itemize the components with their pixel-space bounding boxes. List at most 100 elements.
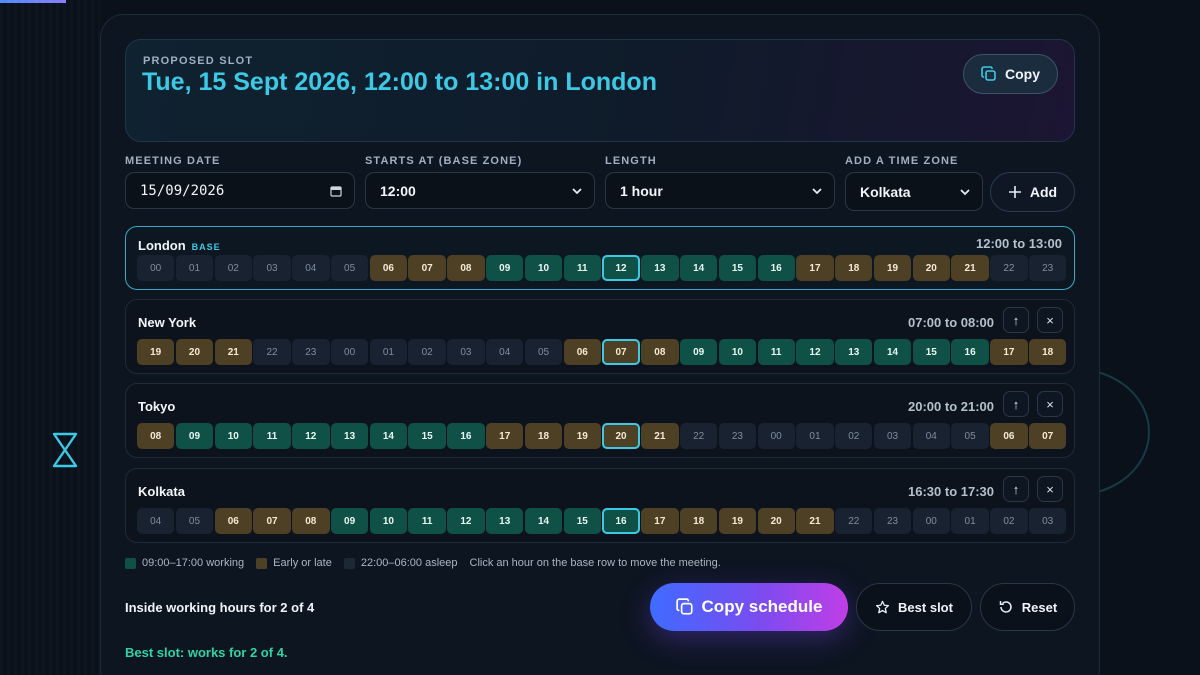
hour-cell[interactable]: 23 xyxy=(1028,255,1067,281)
hour-cell: 07 xyxy=(1028,423,1067,449)
hour-cell: 09 xyxy=(330,508,369,534)
remove-zone-button[interactable]: × xyxy=(1037,391,1063,417)
hour-cell[interactable]: 20 xyxy=(912,255,951,281)
move-up-button[interactable]: ↑ xyxy=(1003,391,1029,417)
hour-cell: 21 xyxy=(214,339,252,365)
hour-cell: 13 xyxy=(486,508,524,534)
hour-cell[interactable]: 10 xyxy=(524,255,563,281)
copy-slot-button[interactable]: Copy xyxy=(963,54,1058,94)
chevron-down-icon xyxy=(572,187,582,194)
meeting-date-input[interactable]: 15/09/2026 xyxy=(125,172,355,209)
hour-cell: 09 xyxy=(175,423,214,449)
move-up-button[interactable]: ↑ xyxy=(1003,476,1029,502)
background-pattern xyxy=(0,0,100,675)
zone-time-range: 12:00 to 13:00 xyxy=(976,236,1062,251)
hour-cell[interactable]: 16 xyxy=(757,255,795,281)
start-time-select[interactable]: 12:00 xyxy=(365,172,595,209)
proposed-slot-kicker: PROPOSED SLOT xyxy=(143,55,254,67)
hour-cell[interactable]: 07 xyxy=(408,255,446,281)
hourglass-icon xyxy=(52,432,78,468)
hour-cell: 07 xyxy=(602,339,640,365)
legend: 09:00–17:00 working Early or late 22:00–… xyxy=(125,557,721,569)
hour-cell: 08 xyxy=(137,423,175,449)
timezone-value: Kolkata xyxy=(860,183,911,200)
chevron-down-icon xyxy=(960,188,970,195)
legend-asleep: 22:00–06:00 asleep xyxy=(343,557,458,569)
reset-button[interactable]: Reset xyxy=(980,583,1075,631)
legend-working: 09:00–17:00 working xyxy=(125,557,244,569)
hour-cell[interactable]: 05 xyxy=(330,255,369,281)
hour-cell: 17 xyxy=(990,339,1028,365)
hour-cell: 06 xyxy=(563,339,601,365)
hour-cell[interactable]: 01 xyxy=(175,255,214,281)
hour-cell: 13 xyxy=(835,339,873,365)
meeting-date-value: 15/09/2026 xyxy=(140,182,225,199)
hour-cell[interactable]: 19 xyxy=(873,255,912,281)
working-swatch xyxy=(125,557,136,569)
hour-cell: 07 xyxy=(253,508,291,534)
hour-cell[interactable]: 22 xyxy=(990,255,1028,281)
hour-cell: 08 xyxy=(641,339,679,365)
timezone-select[interactable]: Kolkata xyxy=(845,172,983,211)
hour-cell[interactable]: 14 xyxy=(679,255,718,281)
hour-cell: 20 xyxy=(175,339,214,365)
hour-cell: 18 xyxy=(1028,339,1067,365)
hour-cell: 09 xyxy=(679,339,718,365)
hour-cell[interactable]: 09 xyxy=(486,255,524,281)
hour-cell: 15 xyxy=(408,423,446,449)
hour-cell: 10 xyxy=(718,339,757,365)
hour-cell[interactable]: 15 xyxy=(718,255,757,281)
hour-cell[interactable]: 03 xyxy=(253,255,291,281)
hour-cell[interactable]: 21 xyxy=(951,255,989,281)
hour-cell: 02 xyxy=(408,339,446,365)
legend-edge-label: Early or late xyxy=(273,557,332,569)
length-select[interactable]: 1 hour xyxy=(605,172,835,209)
copy-schedule-button[interactable]: Copy schedule xyxy=(650,583,848,631)
legend-asleep-label: 22:00–06:00 asleep xyxy=(360,557,458,569)
hour-cell[interactable]: 17 xyxy=(796,255,834,281)
hour-cell: 03 xyxy=(873,423,912,449)
remove-zone-button[interactable]: × xyxy=(1037,307,1063,333)
best-slot-note: Best slot: works for 2 of 4. xyxy=(125,645,288,660)
hour-cell: 23 xyxy=(718,423,757,449)
remove-zone-button[interactable]: × xyxy=(1037,476,1063,502)
zone-name: Kolkata xyxy=(138,484,185,499)
hour-cell: 02 xyxy=(835,423,873,449)
hour-cell[interactable]: 13 xyxy=(641,255,679,281)
copy-icon xyxy=(675,598,693,615)
best-slot-button[interactable]: Best slot xyxy=(856,583,972,631)
hour-cell[interactable]: 00 xyxy=(137,255,175,281)
hour-cell: 01 xyxy=(951,508,989,534)
hour-cell[interactable]: 02 xyxy=(214,255,252,281)
reset-label: Reset xyxy=(1021,599,1058,615)
hour-cell: 16 xyxy=(447,423,485,449)
hour-cell: 10 xyxy=(214,423,252,449)
hour-cell[interactable]: 04 xyxy=(292,255,330,281)
zone-name-text: Kolkata xyxy=(138,484,185,499)
add-zone-button[interactable]: Add xyxy=(990,172,1075,212)
hour-cell[interactable]: 06 xyxy=(369,255,408,281)
hour-cell: 00 xyxy=(757,423,795,449)
hour-strip: 08 09 10 11 12 13 14 15 16 17 18 19 20 21 22 23 00 01 02 03… xyxy=(137,423,1067,449)
move-up-button[interactable]: ↑ xyxy=(1003,307,1029,333)
hour-cell[interactable]: 08 xyxy=(447,255,485,281)
timezone-row-new-york: New York 07:00 to 08:00 ↑ × 19 20 21 22 23 00 01 02… xyxy=(125,299,1075,374)
hour-cell: 00 xyxy=(912,508,951,534)
hour-cell[interactable]: 11 xyxy=(563,255,601,281)
zone-name: Tokyo xyxy=(138,399,175,414)
chevron-down-icon xyxy=(812,187,822,194)
hour-cell[interactable]: 12 xyxy=(602,255,640,281)
copy-icon xyxy=(981,66,996,81)
hour-cell[interactable]: 18 xyxy=(835,255,873,281)
zone-name: London BASE xyxy=(138,238,221,253)
calendar-icon[interactable] xyxy=(330,185,342,197)
hour-cell: 14 xyxy=(873,339,912,365)
star-icon xyxy=(875,600,890,613)
hour-cell: 19 xyxy=(718,508,757,534)
zone-time-range: 07:00 to 08:00 xyxy=(908,315,994,330)
reset-icon xyxy=(999,601,1012,613)
hour-cell: 03 xyxy=(447,339,485,365)
hour-cell: 18 xyxy=(679,508,718,534)
hour-cell: 17 xyxy=(486,423,524,449)
hour-cell: 05 xyxy=(951,423,989,449)
